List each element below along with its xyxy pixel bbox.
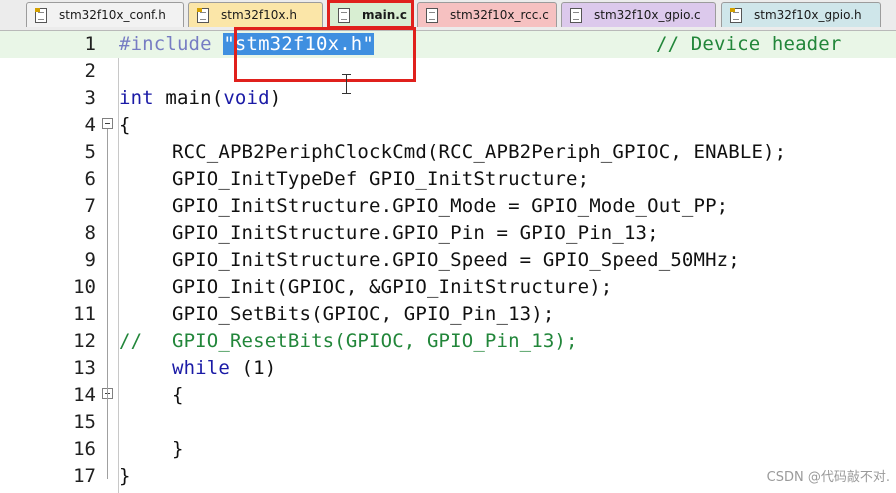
header-file-icon bbox=[197, 7, 209, 23]
keyword: int bbox=[119, 87, 154, 109]
line-number: 15 bbox=[73, 411, 96, 433]
code-line[interactable]: 2 bbox=[0, 58, 896, 85]
line-number: 17 bbox=[73, 465, 96, 487]
line-number: 7 bbox=[84, 195, 96, 217]
source-file-icon bbox=[426, 7, 438, 23]
line-number: 9 bbox=[84, 249, 96, 271]
code-text: GPIO_Init(GPIOC, &GPIO_InitStructure); bbox=[172, 276, 613, 298]
tab-stm32f10x-h[interactable]: stm32f10x.h bbox=[188, 2, 323, 27]
code-text: GPIO_SetBits(GPIOC, GPIO_Pin_13); bbox=[172, 303, 555, 325]
line-number: 10 bbox=[73, 276, 96, 298]
code-text: while (1) bbox=[172, 355, 276, 382]
text-cursor-ibeam-icon bbox=[342, 74, 351, 94]
watermark-text: CSDN @代码敲不对. bbox=[766, 470, 890, 485]
code-line[interactable]: 13 while (1) bbox=[0, 355, 896, 382]
code-text: int main(void) bbox=[119, 85, 281, 112]
line-number: 13 bbox=[73, 357, 96, 379]
code-text: GPIO_InitStructure.GPIO_Mode = GPIO_Mode… bbox=[172, 195, 729, 217]
code-line[interactable]: 15 bbox=[0, 409, 896, 436]
condition: (1) bbox=[229, 357, 277, 379]
tab-label: stm32f10x_gpio.h bbox=[754, 8, 862, 22]
tab-stm32f10x-conf-h[interactable]: stm32f10x_conf.h bbox=[26, 2, 184, 27]
code-line[interactable]: 11 GPIO_SetBits(GPIOC, GPIO_Pin_13); bbox=[0, 301, 896, 328]
tab-label: stm32f10x_rcc.c bbox=[450, 8, 549, 22]
line-number: 8 bbox=[84, 222, 96, 244]
code-line[interactable]: 4 { bbox=[0, 112, 896, 139]
code-text: { bbox=[172, 384, 184, 406]
keyword: while bbox=[172, 357, 230, 379]
selected-include-string: "stm32f10x.h" bbox=[223, 33, 374, 55]
source-file-icon bbox=[338, 7, 350, 23]
line-number: 11 bbox=[73, 303, 96, 325]
file-tab-bar: stm32f10x_conf.h stm32f10x.h main.c stm3… bbox=[0, 0, 896, 31]
code-line[interactable]: 7 GPIO_InitStructure.GPIO_Mode = GPIO_Mo… bbox=[0, 193, 896, 220]
code-line[interactable]: 1 #include "stm32f10x.h" // Device heade… bbox=[0, 31, 896, 58]
comment-marker: // bbox=[119, 330, 143, 352]
tab-label: stm32f10x.h bbox=[221, 8, 297, 22]
line-number: 12 bbox=[73, 330, 96, 352]
code-line[interactable]: 6 GPIO_InitTypeDef GPIO_InitStructure; bbox=[0, 166, 896, 193]
tab-label: stm32f10x_gpio.c bbox=[594, 8, 701, 22]
fold-guide-main bbox=[107, 129, 108, 479]
tab-main-c[interactable]: main.c bbox=[329, 1, 412, 28]
tab-label: main.c bbox=[362, 8, 407, 22]
tab-stm32f10x-rcc-c[interactable]: stm32f10x_rcc.c bbox=[417, 2, 557, 27]
line-number: 3 bbox=[84, 87, 96, 109]
tab-stm32f10x-gpio-c[interactable]: stm32f10x_gpio.c bbox=[561, 2, 716, 27]
code-line[interactable]: 5 RCC_APB2PeriphClockCmd(RCC_APB2Periph_… bbox=[0, 139, 896, 166]
line-number: 5 bbox=[84, 141, 96, 163]
code-line[interactable]: 3 int main(void) bbox=[0, 85, 896, 112]
code-text: GPIO_InitTypeDef GPIO_InitStructure; bbox=[172, 168, 590, 190]
line-number: 2 bbox=[84, 60, 96, 82]
keyword: void bbox=[223, 87, 270, 109]
code-line[interactable]: 10 GPIO_Init(GPIOC, &GPIO_InitStructure)… bbox=[0, 274, 896, 301]
code-line[interactable]: 9 GPIO_InitStructure.GPIO_Speed = GPIO_S… bbox=[0, 247, 896, 274]
code-line[interactable]: 8 GPIO_InitStructure.GPIO_Pin = GPIO_Pin… bbox=[0, 220, 896, 247]
header-file-icon bbox=[730, 7, 742, 23]
code-line[interactable]: 14 { bbox=[0, 382, 896, 409]
code-text: GPIO_InitStructure.GPIO_Pin = GPIO_Pin_1… bbox=[172, 222, 659, 244]
code-text: RCC_APB2PeriphClockCmd(RCC_APB2Periph_GP… bbox=[172, 141, 787, 163]
header-file-icon bbox=[35, 7, 47, 23]
line-number: 4 bbox=[84, 114, 96, 136]
code-text: } bbox=[172, 438, 184, 460]
line-number: 6 bbox=[84, 168, 96, 190]
code-text: #include "stm32f10x.h" bbox=[119, 31, 374, 58]
fold-collapse-icon[interactable] bbox=[102, 118, 113, 129]
code-text: } bbox=[119, 465, 131, 487]
line-comment: // Device header bbox=[656, 33, 842, 55]
paren: ) bbox=[269, 87, 282, 109]
line-number: 1 bbox=[84, 33, 96, 55]
preprocessor-directive: #include bbox=[119, 33, 212, 55]
line-number: 14 bbox=[73, 384, 96, 406]
code-text: GPIO_InitStructure.GPIO_Speed = GPIO_Spe… bbox=[172, 249, 740, 271]
code-line[interactable]: 12 // GPIO_ResetBits(GPIOC, GPIO_Pin_13)… bbox=[0, 328, 896, 355]
commented-code: GPIO_ResetBits(GPIOC, GPIO_Pin_13); bbox=[172, 330, 578, 352]
tab-label: stm32f10x_conf.h bbox=[59, 8, 166, 22]
tab-stm32f10x-gpio-h[interactable]: stm32f10x_gpio.h bbox=[721, 2, 881, 27]
code-text: { bbox=[119, 114, 131, 136]
source-file-icon bbox=[570, 7, 582, 23]
line-number: 16 bbox=[73, 438, 96, 460]
code-line[interactable]: 16 } bbox=[0, 436, 896, 463]
function-name: main( bbox=[165, 87, 224, 109]
code-editor[interactable]: 1 #include "stm32f10x.h" // Device heade… bbox=[0, 27, 896, 493]
code-line[interactable]: 17 } bbox=[0, 463, 896, 490]
